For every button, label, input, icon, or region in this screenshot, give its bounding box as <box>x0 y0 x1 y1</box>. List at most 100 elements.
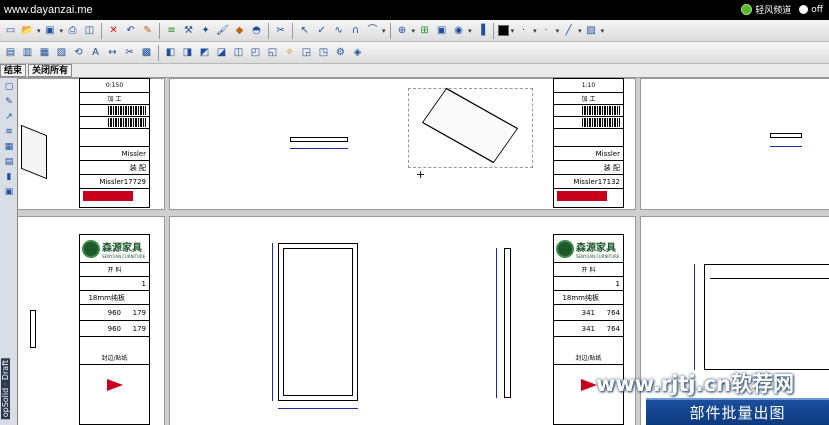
dimension-line <box>694 264 695 370</box>
channel-button[interactable]: 轻风频道 <box>741 3 791 16</box>
layers-icon[interactable]: ≡ <box>164 23 179 39</box>
dot-style-icon[interactable]: · <box>539 23 554 39</box>
close-all-button[interactable]: 关闭所有 <box>28 64 73 77</box>
view-j-icon[interactable]: ◳ <box>316 45 331 61</box>
sidebar-dim-icon[interactable]: ↗ <box>2 111 16 123</box>
sheet-move-icon[interactable]: ▧ <box>54 45 69 61</box>
sheet-copy-icon[interactable]: ▦ <box>37 45 52 61</box>
document-tab-row: 结束 关闭所有 <box>0 64 829 78</box>
delete-icon[interactable]: ✕ <box>106 23 121 39</box>
toolbar-separator <box>101 22 103 39</box>
dimension-line <box>290 148 348 149</box>
sheet-rotate-icon[interactable]: ⟲ <box>71 45 86 61</box>
bucket-icon[interactable]: ◆ <box>232 23 247 39</box>
save-dropdown[interactable]: ▾ <box>60 27 64 35</box>
view-i-icon[interactable]: ◲ <box>299 45 314 61</box>
title-bar: www.dayanzai.me 轻风频道 off <box>0 0 829 20</box>
view-a-icon[interactable]: ◧ <box>163 45 178 61</box>
edge-arrow-icon <box>580 379 597 391</box>
pan-dropdown[interactable]: ▾ <box>468 27 472 35</box>
color-dropdown[interactable]: ▾ <box>511 27 515 35</box>
end-button[interactable]: 结束 <box>0 64 27 77</box>
process-label: 加 工 <box>581 96 596 103</box>
sidebar-pen-icon[interactable]: ✎ <box>2 96 16 108</box>
scale-label: 0:150 <box>105 82 124 89</box>
sidebar-table-icon[interactable]: ▤ <box>2 156 16 168</box>
sidebar-pin-icon[interactable]: ▮ <box>2 171 16 183</box>
open-folder-icon[interactable]: 📂 <box>20 23 35 39</box>
line-style-icon[interactable]: ╱ <box>561 23 576 39</box>
color-icon[interactable]: ▐ <box>474 23 489 39</box>
toolbar-separator <box>492 22 494 39</box>
paint-icon[interactable]: ✎ <box>140 23 155 39</box>
curve2-icon[interactable]: ⌒ <box>365 23 380 39</box>
point-style-icon[interactable]: · <box>516 23 531 39</box>
sidebar-select-icon[interactable]: ▢ <box>2 81 16 93</box>
new-file-icon[interactable]: ▭ <box>3 23 18 39</box>
edge-label: 封边/贴纸 <box>575 355 602 362</box>
crosshair-cursor: + <box>416 168 426 181</box>
zoom-icon[interactable]: ⊕ <box>395 23 410 39</box>
save-icon[interactable]: ▣ <box>43 23 58 39</box>
hatch-style-icon[interactable]: ▨ <box>584 23 599 39</box>
brush-icon[interactable]: 🖌 <box>215 23 230 39</box>
red-label-bar <box>83 191 133 201</box>
size-value: 764 <box>606 308 620 317</box>
toolbar-separator <box>158 44 159 61</box>
view-k-icon[interactable]: ⚙ <box>333 45 348 61</box>
channel-icon <box>741 4 753 15</box>
view-l-icon[interactable]: ◈ <box>350 45 365 61</box>
sheet-dim-icon[interactable]: ↔ <box>105 45 120 61</box>
material-value: 18mm纯板 <box>88 293 125 302</box>
view-icon[interactable]: ▣ <box>434 23 449 39</box>
drawing-canvas[interactable]: 0:150 加 工 Missler 装 配 Missler17729 + 1:1… <box>18 78 829 425</box>
panel-side-view <box>504 248 511 398</box>
curve-dropdown[interactable]: ▾ <box>382 27 386 35</box>
sheet-top-right[interactable] <box>640 78 829 210</box>
part-side-view <box>770 133 802 138</box>
view-b-icon[interactable]: ◨ <box>180 45 195 61</box>
sheet-cut-icon[interactable]: ✂ <box>122 45 137 61</box>
dimension-line <box>496 248 497 398</box>
curve-icon[interactable]: ∿ <box>331 23 346 39</box>
toolbar-separator <box>159 22 161 39</box>
open-dropdown[interactable]: ▾ <box>37 27 41 35</box>
dimension-line <box>770 146 802 147</box>
magnet-icon[interactable]: ∩ <box>348 23 363 39</box>
point-dropdown[interactable]: ▾ <box>533 27 537 35</box>
arrow-icon[interactable]: ↖ <box>297 23 312 39</box>
view-c-icon[interactable]: ◩ <box>197 45 212 61</box>
sheet-icon[interactable]: ▤ <box>3 45 18 61</box>
sidebar-layer-icon[interactable]: ≋ <box>2 126 16 138</box>
pan-icon[interactable]: ◉ <box>451 23 466 39</box>
sheet-text-icon[interactable]: A <box>88 45 103 61</box>
sidebar-grid-icon[interactable]: ▦ <box>2 141 16 153</box>
part-number-value: Missler17132 <box>573 177 620 186</box>
part-side-view <box>290 137 348 142</box>
view-e-icon[interactable]: ◫ <box>231 45 246 61</box>
eraser-icon[interactable]: ◓ <box>249 23 264 39</box>
print-icon[interactable]: ⎙ <box>65 23 80 39</box>
zoom-dropdown[interactable]: ▾ <box>412 27 416 35</box>
sheet-lock-icon[interactable]: ▩ <box>139 45 154 61</box>
zoom-fit-icon[interactable]: ⊞ <box>417 23 432 39</box>
sidebar-box-icon[interactable]: ▣ <box>2 186 16 198</box>
dot-dropdown[interactable]: ▾ <box>556 27 560 35</box>
scissors-icon[interactable]: ✂ <box>273 23 288 39</box>
customer-value: Missler <box>121 149 146 158</box>
preview-icon[interactable]: ◫ <box>82 23 97 39</box>
wand-icon[interactable]: ✦ <box>198 23 213 39</box>
view-d-icon[interactable]: ◪ <box>214 45 229 61</box>
view-h-icon[interactable]: ✧ <box>282 45 297 61</box>
hatch-dropdown[interactable]: ▾ <box>601 27 605 35</box>
undo-icon[interactable]: ↶ <box>123 23 138 39</box>
toggle-switch[interactable]: off <box>799 5 823 15</box>
brand-name-cn: 森源家具 <box>576 242 616 254</box>
view-f-icon[interactable]: ◰ <box>248 45 263 61</box>
sheet-add-icon[interactable]: ▥ <box>20 45 35 61</box>
view-g-icon[interactable]: ◱ <box>265 45 280 61</box>
check-icon[interactable]: ✓ <box>314 23 329 39</box>
tools-icon[interactable]: ⚒ <box>181 23 196 39</box>
color-swatch[interactable] <box>497 25 509 36</box>
line-dropdown[interactable]: ▾ <box>578 27 582 35</box>
